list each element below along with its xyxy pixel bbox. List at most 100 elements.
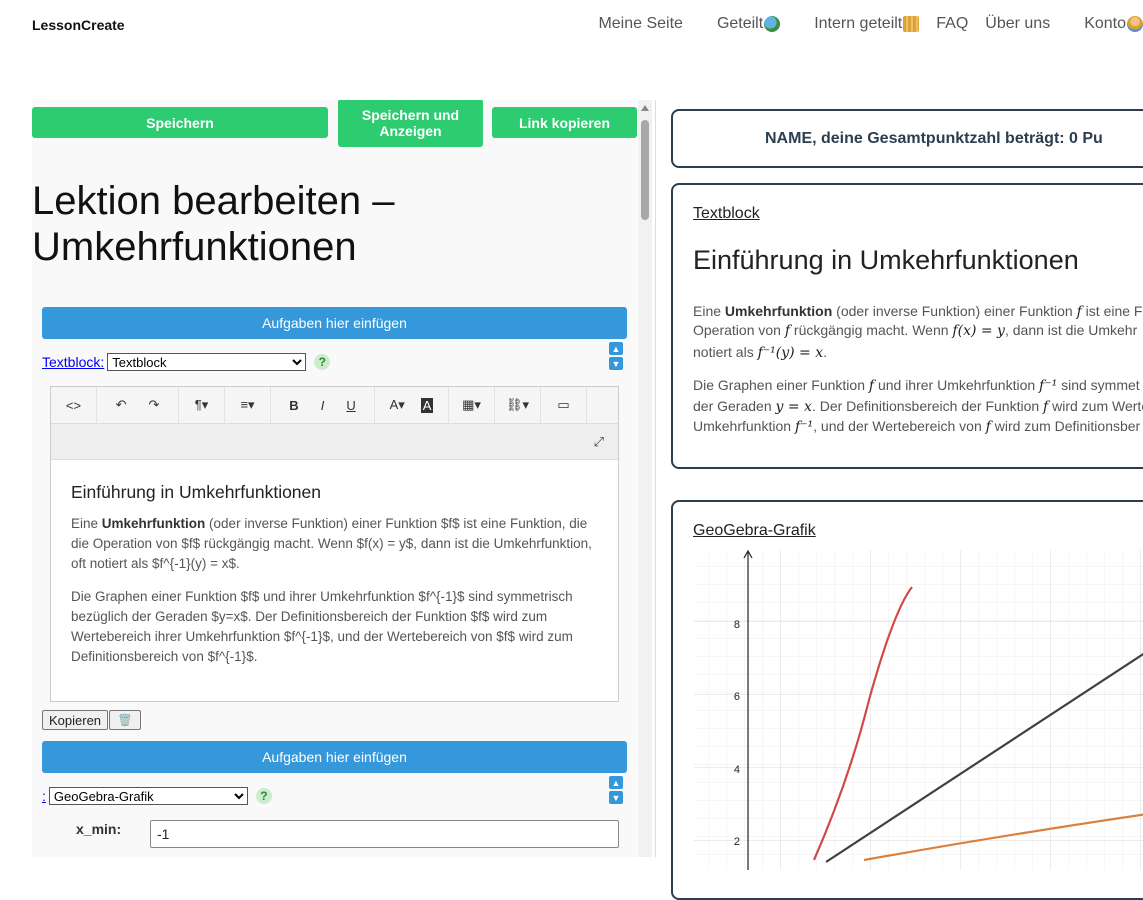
save-button[interactable]: Speichern <box>32 107 328 138</box>
t: , dann ist die Umkehr <box>1004 322 1138 338</box>
move-down-icon[interactable]: ▼ <box>609 357 623 370</box>
t: der Geraden <box>693 398 776 414</box>
undo-icon[interactable]: ↶ <box>116 397 127 413</box>
underline-icon[interactable]: U <box>346 398 355 413</box>
t: rückgängig macht. Wenn <box>790 322 953 338</box>
block-type-select[interactable]: Textblock <box>107 353 307 371</box>
editor-heading: Einführung in Umkehrfunktionen <box>71 482 322 502</box>
nav-faq[interactable]: FAQ <box>936 15 968 33</box>
preview-line-2: Operation von f rückgängig macht. Wenn f… <box>693 319 1143 342</box>
y-tick-4: 4 <box>734 764 740 776</box>
nav-about[interactable]: Über uns <box>985 15 1050 33</box>
color-group: A▾ A <box>375 386 449 424</box>
preview-heading: Einführung in Umkehrfunktionen <box>693 245 1079 275</box>
block-type-select-2[interactable]: GeoGebra-Grafik <box>48 787 248 805</box>
math-f1: f⁻¹ <box>794 419 814 435</box>
t: Die Graphen einer Funktion <box>693 377 869 393</box>
preview-text-label[interactable]: Textblock <box>693 205 760 223</box>
math-yx: y = x <box>775 399 812 415</box>
nav-internal-shared[interactable]: Intern geteilt <box>797 15 920 33</box>
math-f1: f⁻¹ <box>1039 378 1058 394</box>
xmin-input[interactable]: -1 <box>150 820 619 848</box>
link-icon[interactable]: ⛓▾ <box>495 386 541 424</box>
editor-p1-pre: Eine <box>71 516 102 531</box>
paragraph-icon[interactable]: ¶▾ <box>179 386 225 424</box>
graph-major-grid <box>694 550 1143 870</box>
preview-geogebra-label[interactable]: GeoGebra-Grafik <box>693 522 816 540</box>
insert-tasks-button-2[interactable]: Aufgaben hier einfügen <box>42 741 627 773</box>
insert-tasks-button[interactable]: Aufgaben hier einfügen <box>42 307 627 339</box>
redo-icon[interactable]: ↷ <box>149 397 160 413</box>
highlight-color-icon[interactable]: A <box>420 397 434 413</box>
editor-content[interactable]: Einführung in Umkehrfunktionen Eine Umke… <box>51 460 618 700</box>
globe-icon <box>764 16 781 32</box>
panel-divider <box>655 100 656 857</box>
geogebra-graph[interactable]: 8 6 4 2 <box>694 550 1143 870</box>
scroll-up-icon[interactable] <box>641 105 649 111</box>
t: notiert als <box>693 344 758 360</box>
y-tick-2: 2 <box>734 836 740 848</box>
t: ist eine Fu <box>1085 303 1143 319</box>
brand-logo[interactable]: LessonCreate <box>32 17 125 33</box>
page-title: Lektion bearbeiten – Umkehrfunktionen <box>32 179 395 269</box>
align-icon[interactable]: ≡▾ <box>225 386 271 424</box>
t: (oder inverse Funktion) einer Funktion <box>832 303 1077 319</box>
nav-my-page[interactable]: Meine Seite <box>598 15 683 33</box>
copy-block-button[interactable]: Kopieren <box>42 710 109 730</box>
nav-links: Meine Seite Geteilt Intern geteilt FAQ Ü… <box>581 15 1143 33</box>
editor-toolbar-row2: ⤢ <box>51 424 618 460</box>
bold-icon[interactable]: B <box>289 398 298 413</box>
t-bold: Umkehrfunktion <box>724 303 833 319</box>
undo-redo-group: ↶ ↷ <box>97 386 179 424</box>
editor-scrollbar[interactable] <box>638 100 652 857</box>
preview-text-card: Textblock Einführung in Umkehrfunktionen… <box>671 183 1143 469</box>
nav-shared[interactable]: Geteilt <box>700 15 781 33</box>
image-icon[interactable]: ▭ <box>541 386 587 424</box>
editor-paragraph-2: Die Graphen einer Funktion $f$ und ihrer… <box>71 589 573 664</box>
fullscreen-icon[interactable]: ⤢ <box>594 434 604 450</box>
y-tick-6: 6 <box>734 691 740 703</box>
math-finv: f⁻¹(y) = x <box>757 345 824 361</box>
source-code-icon[interactable]: <> <box>51 386 97 424</box>
move-down-icon-2[interactable]: ▼ <box>609 791 623 804</box>
person-icon <box>1127 16 1143 32</box>
block-type-link[interactable]: Textblock: <box>42 354 104 370</box>
y-tick-8: 8 <box>734 619 740 631</box>
action-buttons: Speichern Speichern und Anzeigen Link ko… <box>32 100 637 150</box>
t: Umkehrfunktion <box>693 418 795 434</box>
t: wird zum Definitionsber <box>990 418 1141 434</box>
help-icon[interactable]: ? <box>314 354 331 370</box>
move-up-icon-2[interactable]: ▲ <box>609 776 623 789</box>
block-type-row-2: : GeoGebra-Grafik ? <box>42 786 272 806</box>
move-up-icon[interactable]: ▲ <box>609 342 623 355</box>
block-type-row: Textblock: Textblock ? <box>42 352 331 372</box>
preview-line-6: Umkehrfunktion f⁻¹, und der Wertebereich… <box>693 415 1143 438</box>
xmin-label: x_min: <box>76 821 122 837</box>
block-type-link-2[interactable]: : <box>42 788 46 804</box>
move-buttons-2: ▲ ▼ <box>609 776 623 806</box>
save-and-show-button[interactable]: Speichern und Anzeigen <box>338 100 483 147</box>
nav-account[interactable]: Konto <box>1067 15 1143 33</box>
top-nav: LessonCreate Meine Seite Geteilt Intern … <box>0 0 1143 50</box>
t: sind symmet <box>1057 377 1140 393</box>
help-icon-2[interactable]: ? <box>255 788 272 804</box>
trash-icon[interactable]: 🗑 <box>109 710 142 730</box>
office-building-icon <box>903 16 920 32</box>
editor-paragraph-1: Eine Umkehrfunktion (oder inverse Funkti… <box>71 514 598 574</box>
nav-shared-label: Geteilt <box>716 15 764 32</box>
t: wird zum Werte <box>1048 398 1143 414</box>
editor-toolbar: <> ↶ ↷ ¶▾ ≡▾ B I U A▾ A ▦▾ ⛓▾ ▭ <box>51 386 618 424</box>
editor-panel: Speichern Speichern und Anzeigen Link ko… <box>32 100 637 857</box>
math-fx: f(x) = y <box>952 323 1005 339</box>
table-icon[interactable]: ▦▾ <box>449 386 495 424</box>
nav-account-label: Konto <box>1084 15 1126 32</box>
t: . Der Definitionsbereich der Funktion <box>811 398 1044 414</box>
copy-link-button[interactable]: Link kopieren <box>492 107 637 138</box>
score-card: NAME, deine Gesamtpunktzahl beträgt: 0 P… <box>671 109 1143 168</box>
text-color-icon[interactable]: A▾ <box>390 397 405 413</box>
score-text: NAME, deine Gesamtpunktzahl beträgt: 0 P… <box>765 130 1103 147</box>
t: , und der Wertebereich von <box>813 418 986 434</box>
scroll-thumb[interactable] <box>641 120 649 220</box>
rich-text-editor: <> ↶ ↷ ¶▾ ≡▾ B I U A▾ A ▦▾ ⛓▾ ▭ ⤢ Einfüh <box>50 386 619 702</box>
italic-icon[interactable]: I <box>321 398 325 413</box>
